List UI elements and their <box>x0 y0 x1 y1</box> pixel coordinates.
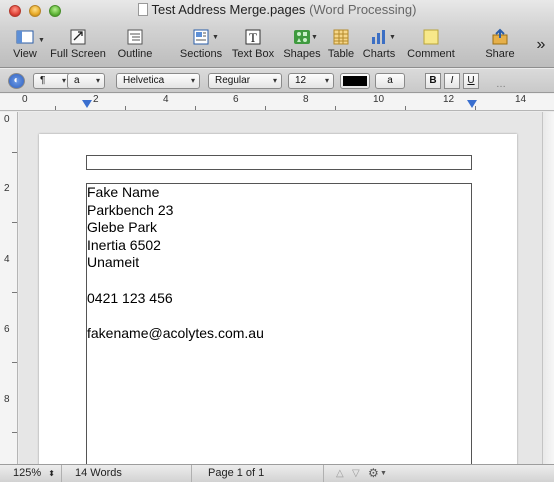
document-canvas: Fake Name Parkbench 23 Glebe Park Inerti… <box>19 112 542 482</box>
header-text-box[interactable] <box>86 155 472 170</box>
left-indent-marker[interactable] <box>82 100 92 108</box>
horizontal-ruler[interactable]: 0 2 4 6 8 10 12 14 <box>0 94 554 111</box>
sections-icon <box>193 29 209 45</box>
font-size-field[interactable]: 12 ▾ <box>288 73 334 89</box>
title-toolbar-area: Test Address Merge.pages (Word Processin… <box>0 0 554 68</box>
charts-button[interactable]: Charts ▼ <box>362 26 396 64</box>
textbox-button[interactable]: T Text Box <box>230 26 276 64</box>
chevron-down-icon: ▾ <box>190 76 195 85</box>
document-icon <box>137 3 148 16</box>
outline-button[interactable]: Outline <box>114 26 156 64</box>
chevron-down-icon: ▼ <box>212 34 219 41</box>
text-color-well[interactable] <box>340 73 370 89</box>
shapes-icon <box>294 30 310 44</box>
underline-button[interactable]: U <box>463 73 479 89</box>
vertical-scrollbar[interactable] <box>542 112 554 464</box>
charts-icon <box>372 30 385 44</box>
chevron-down-icon: ▼ <box>380 470 387 477</box>
font-style-popup[interactable]: Regular ▾ <box>208 73 282 89</box>
fullscreen-button[interactable]: Full Screen <box>48 26 108 64</box>
chevron-down-icon: ▼ <box>389 34 396 41</box>
address-line: 0421 123 456 <box>87 289 173 306</box>
address-line: Inertia 6502 <box>87 236 161 253</box>
italic-button[interactable]: I <box>444 73 460 89</box>
window-subtitle: (Word Processing) <box>309 2 417 17</box>
chevron-down-icon: ▼ <box>38 37 45 44</box>
bold-button[interactable]: B <box>425 73 441 89</box>
inspector-icon[interactable]: ◐ <box>8 73 25 89</box>
document-page[interactable]: Fake Name Parkbench 23 Glebe Park Inerti… <box>39 134 517 482</box>
paragraph-style-popup[interactable]: ¶ ▾ <box>33 73 71 89</box>
svg-text:T: T <box>249 30 257 45</box>
status-bar: 125% ⬍ 14 Words Page 1 of 1 △ ▽ ⚙ ▼ <box>0 464 554 482</box>
address-line: Glebe Park <box>87 219 158 236</box>
view-icon <box>16 30 34 44</box>
format-bar: ◐ ¶ ▾ a ▾ Helvetica ▾ Regular ▾ 12 ▾ a B I U … <box>0 69 554 93</box>
page-indicator: Page 1 of 1 <box>192 465 324 482</box>
address-line <box>87 307 264 325</box>
font-family-popup[interactable]: Helvetica ▾ <box>116 73 200 89</box>
right-indent-marker[interactable] <box>467 100 477 108</box>
chevron-down-icon: ▾ <box>95 76 100 85</box>
format-bar-overflow: … <box>496 79 506 90</box>
chevron-down-icon: ▾ <box>324 76 329 85</box>
comment-button[interactable]: Comment <box>406 26 456 64</box>
address-line: Unameit <box>87 254 140 271</box>
address-line <box>87 272 264 290</box>
textbox-icon: T <box>245 29 261 45</box>
chevron-down-icon: ▾ <box>272 76 277 85</box>
previous-page-icon[interactable]: △ <box>336 465 344 482</box>
address-block[interactable]: Fake Name Parkbench 23 Glebe Park Inerti… <box>87 184 264 342</box>
character-style-popup[interactable]: a ▾ <box>67 73 105 89</box>
gear-icon[interactable]: ⚙ <box>368 465 379 482</box>
chevron-down-icon: ▼ <box>311 34 318 41</box>
word-count: 14 Words <box>62 465 192 482</box>
highlight-color-well[interactable]: a <box>375 73 405 89</box>
text-color-swatch <box>343 76 367 86</box>
chevron-down-icon: ▾ <box>61 76 66 85</box>
toolbar-overflow-button[interactable]: » <box>534 36 548 56</box>
share-button[interactable]: Share <box>484 26 516 64</box>
next-page-icon[interactable]: ▽ <box>352 465 360 482</box>
toolbar: View ▼ Full Screen Outline Sections ▼ T … <box>0 26 554 64</box>
table-icon <box>333 29 349 45</box>
address-line: fakename@acolytes.com.au <box>87 324 264 341</box>
view-button[interactable]: View ▼ <box>8 26 45 64</box>
address-line: Fake Name <box>87 184 160 200</box>
address-line: Parkbench 23 <box>87 201 174 218</box>
window-title: Test Address Merge.pages <box>151 2 306 17</box>
table-button[interactable]: Table <box>326 26 356 64</box>
share-icon <box>492 28 508 45</box>
pages-window: Test Address Merge.pages (Word Processin… <box>0 0 554 482</box>
comment-icon <box>423 29 439 45</box>
shapes-button[interactable]: Shapes ▼ <box>282 26 322 64</box>
zoom-popup[interactable]: 125% ⬍ <box>0 465 62 482</box>
fullscreen-icon <box>70 29 86 45</box>
sections-button[interactable]: Sections ▼ <box>178 26 224 64</box>
outline-icon <box>127 29 143 45</box>
chevron-updown-icon: ⬍ <box>48 469 55 478</box>
window-title-bar: Test Address Merge.pages (Word Processin… <box>0 2 554 20</box>
vertical-ruler: 0 2 4 6 8 <box>0 112 18 464</box>
